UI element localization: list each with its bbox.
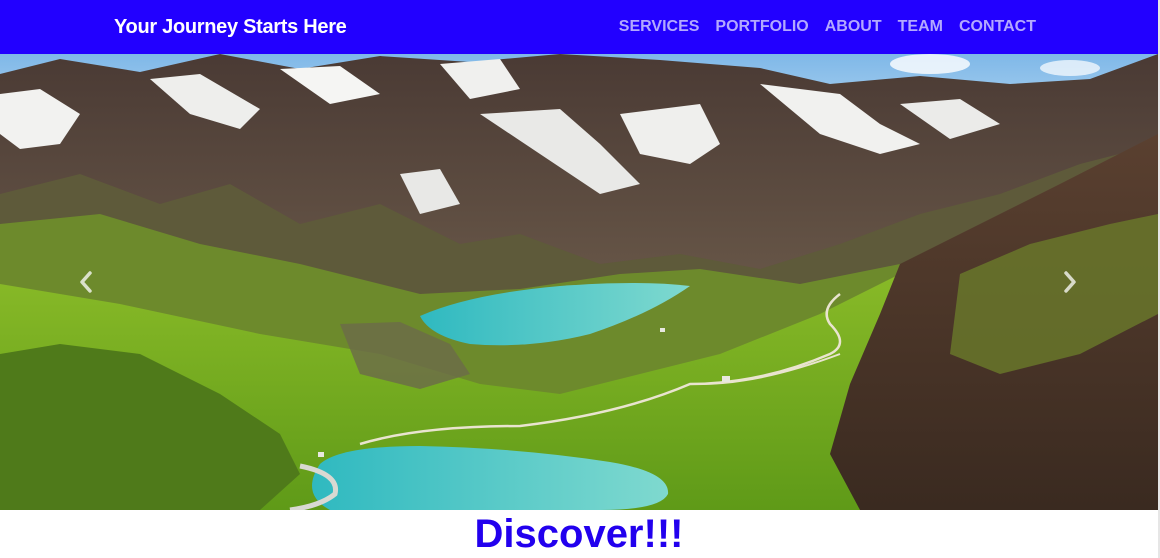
brand-link[interactable]: Your Journey Starts Here <box>114 16 347 39</box>
hero-carousel <box>0 54 1158 510</box>
carousel-image <box>0 54 1158 510</box>
navbar: Your Journey Starts Here SERVICES PORTFO… <box>0 0 1158 54</box>
carousel-next-control[interactable] <box>998 54 1148 510</box>
nav-link-services[interactable]: SERVICES <box>619 18 700 36</box>
nav-link-about[interactable]: ABOUT <box>825 18 882 36</box>
nav-links: SERVICES PORTFOLIO ABOUT TEAM CONTACT <box>619 18 1036 36</box>
nav-link-portfolio[interactable]: PORTFOLIO <box>715 18 808 36</box>
chevron-left-icon <box>80 271 92 293</box>
carousel-prev-control[interactable] <box>10 54 160 510</box>
hero-heading: Discover!!! <box>474 512 684 556</box>
chevron-right-icon <box>1064 271 1076 293</box>
nav-link-team[interactable]: TEAM <box>898 18 943 36</box>
nav-link-contact[interactable]: CONTACT <box>959 18 1036 36</box>
